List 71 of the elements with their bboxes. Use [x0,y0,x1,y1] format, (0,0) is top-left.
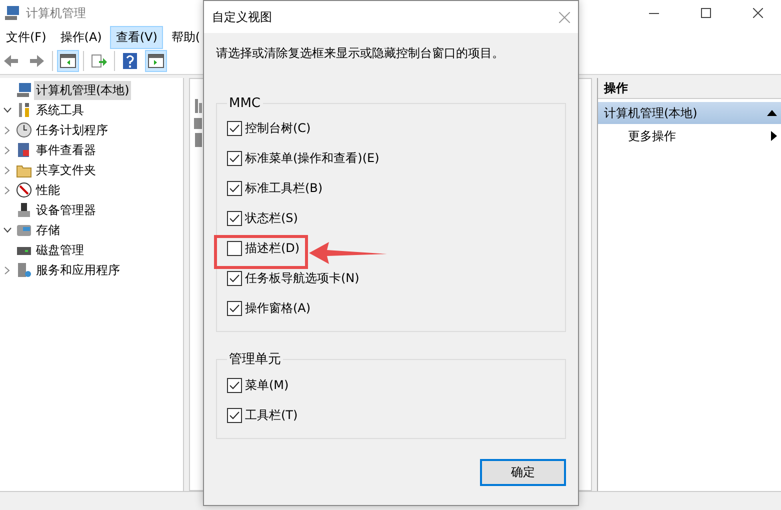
back-arrow-icon [3,54,19,68]
chevron-right-icon[interactable] [4,166,10,174]
pane-header: 操作 [598,78,781,99]
tree-item[interactable]: 系统工具 [34,100,86,120]
checkbox[interactable] [227,240,242,256]
storage-icon [16,222,32,238]
ok-button[interactable]: 确定 [480,459,566,486]
action-item[interactable]: 更多操作 [598,124,781,148]
checkbox[interactable] [227,378,242,392]
checkbox-label[interactable]: 描述栏(D) [245,240,300,256]
minimize-icon [649,12,659,14]
close-icon [753,8,763,18]
checkbox[interactable] [227,300,242,316]
server-icon [16,262,32,278]
menu-item[interactable]: 文件(F) [0,26,52,48]
tree-item[interactable]: 性能 [34,180,62,200]
window-title: 计算机管理 [26,4,86,22]
clock-icon [16,122,32,138]
checkbox-label[interactable]: 控制台树(C) [245,120,311,136]
chevron-down-icon[interactable] [2,107,12,113]
chevron-right-icon[interactable] [4,146,10,154]
tree-item[interactable]: 任务计划程序 [34,120,110,140]
chevron-right-icon[interactable] [4,266,10,274]
checkbox-label[interactable]: 标准菜单(操作和查看)(E) [245,150,380,166]
computer-icon [4,5,20,21]
device-icon [16,202,32,218]
tools-icon [16,102,32,118]
panel-icon [60,54,76,68]
checkbox[interactable] [227,210,242,226]
menu-item[interactable]: 帮助( [165,26,206,48]
checkbox[interactable] [227,408,242,422]
tree-item[interactable]: 计算机管理(本地) [34,80,132,100]
dialog-title: 自定义视图 [212,8,273,26]
tree-item[interactable]: 磁盘管理 [34,240,86,260]
gauge-icon [16,182,32,198]
forward-arrow-icon [29,54,45,68]
action-section[interactable]: 计算机管理(本地) [598,102,781,124]
help-icon [122,53,138,69]
tree-item[interactable]: 服务和应用程序 [34,260,122,280]
checkbox-label[interactable]: 标准工具栏(B) [245,180,323,196]
menu-item[interactable]: 操作(A) [54,26,108,48]
toolbar-button[interactable] [145,50,167,72]
tree-item[interactable]: 存储 [34,220,62,240]
computer-icon [16,82,32,98]
checkbox[interactable] [227,270,242,286]
checkbox-label[interactable]: 操作窗格(A) [245,300,311,316]
chevron-down-icon[interactable] [2,227,12,233]
menu-item[interactable]: 查看(V) [110,26,164,48]
maximize-icon [701,8,711,18]
checkbox-label[interactable]: 状态栏(S) [245,210,298,226]
checkbox-label[interactable]: 任务板导航选项卡(N) [245,270,360,286]
dialog-description: 请选择或清除复选框来显示或隐藏控制台窗口的项目。 [216,45,505,62]
export-icon [91,54,107,68]
group-title: MMC [228,96,262,111]
checkbox-label[interactable]: 工具栏(T) [245,406,298,424]
group-title: 管理单元 [228,351,282,368]
tree-item[interactable]: 共享文件夹 [34,160,98,180]
checkbox-label[interactable]: 菜单(M) [245,376,289,394]
close-icon[interactable] [559,12,570,22]
toolbar-button[interactable] [57,50,79,72]
submenu-arrow-icon [771,131,777,141]
checkbox[interactable] [227,180,242,196]
chevron-right-icon[interactable] [4,186,10,194]
chevron-right-icon[interactable] [4,126,10,134]
checkbox[interactable] [227,120,242,136]
tree-item[interactable]: 设备管理器 [34,200,98,220]
tree-item[interactable]: 事件查看器 [34,140,98,160]
log-book-icon [16,142,32,158]
collapse-icon [767,110,777,116]
panel-icon [148,54,164,68]
checkbox[interactable] [227,150,242,166]
